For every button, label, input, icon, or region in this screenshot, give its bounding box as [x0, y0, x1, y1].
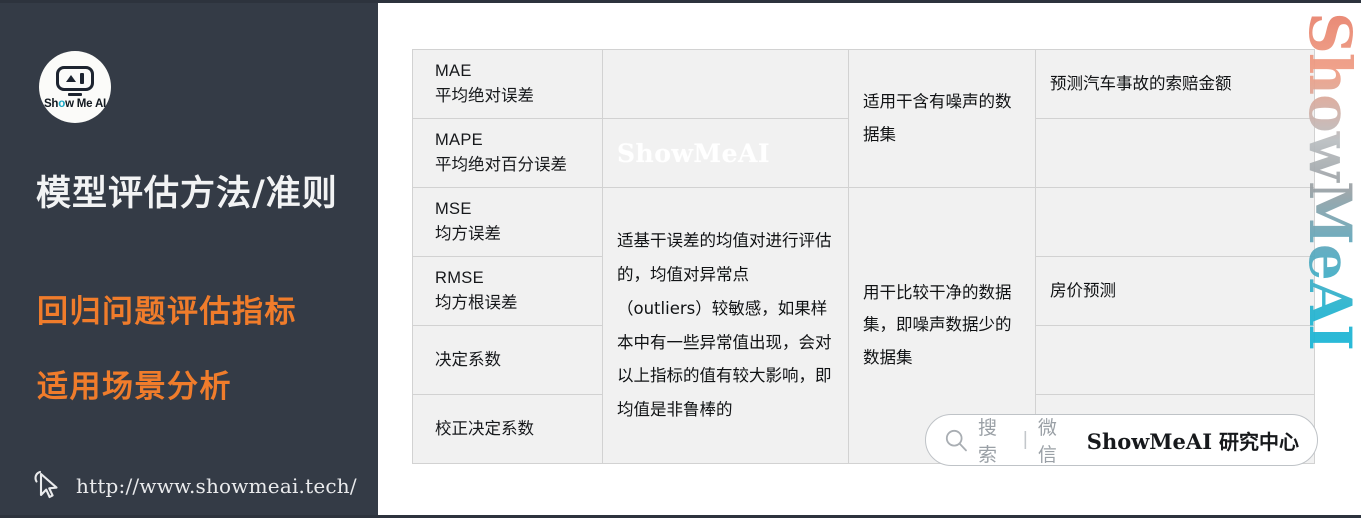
brand-name-latin: ShowMeAI [1086, 428, 1213, 454]
usecase-top-text: 适用干含有噪声的数据集 [863, 92, 1012, 144]
cell-example-top: 预测汽车事故的索赔金额 [1035, 49, 1315, 119]
cell-metric-mae: MAE 平均绝对误差 [412, 49, 603, 119]
metric-block: 决定系数 [435, 348, 588, 372]
sidebar-footer: http://www.showmeai.tech/ [33, 469, 357, 503]
sidebar: Show Me AI 模型评估方法/准则 回归问题评估指标 适用场景分析 htt… [0, 3, 378, 515]
cell-metric-mape: MAPE 平均绝对百分误差 [412, 118, 603, 188]
metrics-table: MAE 平均绝对误差 适用干含有噪声的数据集 预测汽车事故的索赔金额 MAPE … [412, 49, 1315, 464]
logo-wordmark: Show Me AI [44, 98, 106, 110]
metric-cn: 均方误差 [435, 224, 501, 243]
inline-watermark: ShowMeAI [617, 138, 771, 168]
metric-abbr: MAE [435, 62, 472, 81]
example-bottom-text: 房价预测 [1050, 280, 1116, 300]
main-content: MAE 平均绝对误差 适用干含有噪声的数据集 预测汽车事故的索赔金额 MAPE … [378, 3, 1361, 515]
cell-description: 适基干误差的均值对进行评估的，均值对异常点（outliers）较敏感，如果样本中… [602, 187, 849, 464]
metric-cn: 平均绝对百分误差 [435, 155, 567, 174]
cell-metric-adj-r2: 校正决定系数 [412, 394, 603, 464]
table-row: MSE 均方误差 适基干误差的均值对进行评估的，均值对异常点（outliers）… [412, 187, 1315, 464]
search-placeholder-label: 搜索 [978, 417, 998, 466]
brand-name-cn: 研究中心 [1212, 429, 1299, 454]
logo-circle: Show Me AI [39, 51, 111, 123]
cell-example-empty-3 [1035, 187, 1315, 257]
robot-face-icon [56, 66, 94, 91]
footer-url[interactable]: http://www.showmeai.tech/ [76, 474, 357, 498]
page-title: 模型评估方法/准则 [36, 174, 338, 214]
cell-example-empty-2 [1035, 118, 1315, 188]
metric-abbr: RMSE [435, 269, 484, 288]
brand-logo: Show Me AI [39, 51, 111, 123]
metric-abbr: MAPE [435, 131, 483, 150]
cell-example-bottom: 房价预测 [1035, 256, 1315, 326]
usecase-bottom-text: 用干比较干净的数据集，即噪声数据少的数据集 [863, 283, 1012, 367]
chevron-up-icon [66, 75, 77, 82]
bar-icon [80, 73, 84, 84]
example-top-text: 预测汽车事故的索赔金额 [1050, 73, 1232, 93]
search-icon [945, 429, 967, 451]
cell-metric-mse: MSE 均方误差 [412, 187, 603, 257]
logo-wordmark-pre: Sh [43, 98, 59, 110]
cell-usecase-top: 适用干含有噪声的数据集 [848, 49, 1036, 188]
slide-root: Show Me AI 模型评估方法/准则 回归问题评估指标 适用场景分析 htt… [0, 0, 1361, 518]
metric-abbr: MSE [435, 200, 472, 219]
logo-wordmark-post: w Me AI [65, 98, 107, 110]
metric-block: MAE 平均绝对误差 [435, 60, 588, 108]
search-bar[interactable]: 搜索 | 微信 ShowMeAI 研究中心 [925, 414, 1318, 466]
metric-cn: 校正决定系数 [435, 419, 534, 439]
description-text: 适基干误差的均值对进行评估的，均值对异常点（outliers）较敏感，如果样本中… [617, 231, 832, 420]
table-row: MAE 平均绝对误差 适用干含有噪声的数据集 预测汽车事故的索赔金额 [412, 49, 1315, 188]
cell-metric-rmse: RMSE 均方根误差 [412, 256, 603, 326]
cell-metric-r2: 决定系数 [412, 325, 603, 395]
channel-label: 微信 [1037, 417, 1057, 466]
search-divider: | [1022, 429, 1028, 450]
cell-desc-empty-1 [602, 49, 849, 119]
logo-neck-bar [68, 93, 82, 96]
metric-block: RMSE 均方根误差 [435, 267, 588, 315]
metric-cn: 均方根误差 [435, 293, 518, 312]
brand-name: ShowMeAI 研究中心 [1087, 426, 1299, 455]
metric-block: MAPE 平均绝对百分误差 [435, 129, 588, 177]
metric-block: MSE 均方误差 [435, 198, 588, 246]
cell-desc-watermark: ShowMeAI [602, 118, 849, 188]
metric-cn: 决定系数 [435, 350, 501, 370]
metric-block: 校正决定系数 [435, 417, 588, 441]
subtitle-scenario-analysis: 适用场景分析 [37, 369, 232, 405]
cell-example-empty-5 [1035, 325, 1315, 395]
subtitle-regression-metrics: 回归问题评估指标 [37, 294, 297, 330]
cursor-arrow-icon [34, 470, 58, 499]
metric-cn: 平均绝对误差 [435, 86, 534, 105]
